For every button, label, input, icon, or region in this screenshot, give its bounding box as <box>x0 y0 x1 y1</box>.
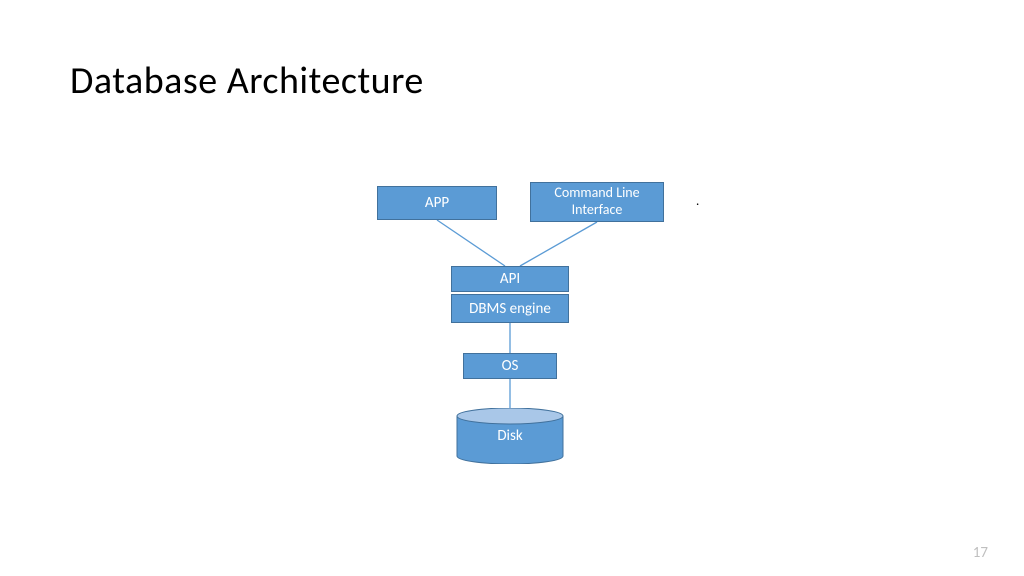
node-app: APP <box>377 186 497 220</box>
node-dbms-label: DBMS engine <box>469 300 551 318</box>
node-app-label: APP <box>425 194 449 212</box>
node-os-label: OS <box>502 357 519 375</box>
architecture-diagram: APP Command Line Interface API DBMS engi… <box>0 0 1024 576</box>
node-dbms: DBMS engine <box>451 294 569 323</box>
page-number: 17 <box>973 544 988 562</box>
node-cli: Command Line Interface <box>530 182 664 222</box>
node-disk-label: Disk <box>456 422 564 450</box>
node-cli-label: Command Line Interface <box>531 185 663 219</box>
node-os: OS <box>463 353 557 379</box>
node-api: API <box>451 266 569 292</box>
node-api-label: API <box>500 270 520 288</box>
stray-dot: . <box>696 194 699 209</box>
